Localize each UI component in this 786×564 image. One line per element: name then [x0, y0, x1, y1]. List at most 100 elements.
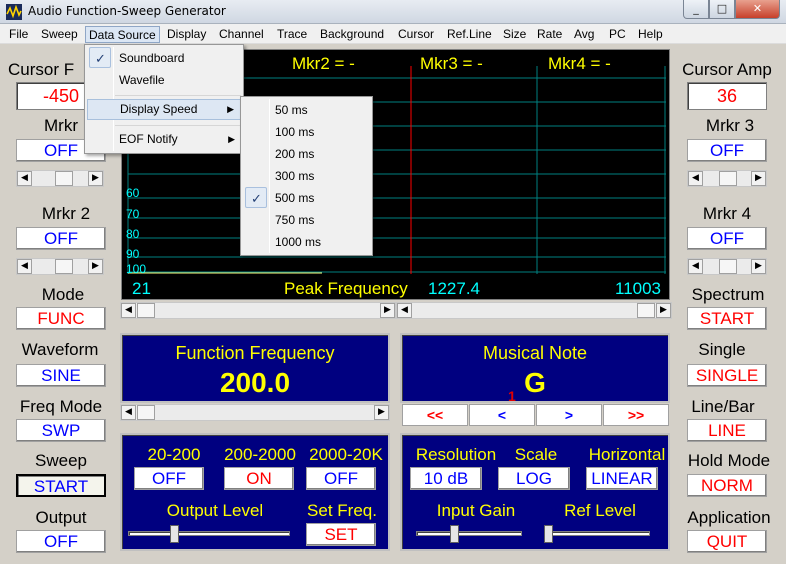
waveform-button[interactable]: SINE: [16, 364, 106, 387]
ref-level-slider[interactable]: [544, 525, 650, 543]
menu-trace[interactable]: Trace: [274, 26, 310, 43]
scroll-left-arrow-icon[interactable]: ◀: [688, 171, 703, 186]
marker2-scrollbar[interactable]: ◀ ▶: [16, 258, 104, 275]
note-prev-button[interactable]: <: [469, 404, 535, 426]
set-button[interactable]: SET: [306, 523, 376, 546]
scroll-right-arrow-icon[interactable]: ▶: [88, 259, 103, 274]
slider-knob[interactable]: [170, 525, 179, 543]
application-label: Application: [687, 508, 771, 527]
marker4-button[interactable]: OFF: [687, 227, 767, 250]
x-axis-min-label: 21: [132, 279, 151, 298]
scroll-right-arrow-icon[interactable]: ▶: [751, 259, 766, 274]
marker3-label: Mrkr 3: [705, 116, 755, 135]
menu-item-label: 500 ms: [275, 191, 315, 205]
y-axis-label: 100: [126, 262, 147, 276]
menu-file[interactable]: File: [6, 26, 31, 43]
output-level-slider[interactable]: [128, 525, 290, 543]
menu-channel[interactable]: Channel: [216, 26, 267, 43]
menu-item-speed-100[interactable]: 100 ms: [243, 122, 370, 143]
single-button[interactable]: SINGLE: [687, 364, 767, 387]
horizontal-button[interactable]: LINEAR: [586, 467, 658, 490]
range-20-200-button[interactable]: OFF: [134, 467, 204, 490]
marker4-scrollbar[interactable]: ◀ ▶: [687, 258, 767, 275]
line-bar-button[interactable]: LINE: [687, 419, 767, 442]
scroll-thumb[interactable]: [55, 259, 73, 274]
marker2-button[interactable]: OFF: [16, 227, 106, 250]
scroll-right-arrow-icon[interactable]: ▶: [374, 405, 389, 420]
menu-item-speed-750[interactable]: 750 ms: [243, 210, 370, 231]
menu-bar: File Sweep Data Source Display Channel T…: [0, 24, 786, 44]
scroll-thumb[interactable]: [137, 303, 155, 318]
close-button[interactable]: ✕: [735, 0, 780, 19]
menu-item-speed-50[interactable]: 50 ms: [243, 100, 370, 121]
graph-right-scrollbar[interactable]: ◀ ▶: [396, 302, 672, 319]
frequency-scrollbar[interactable]: ◀ ▶: [120, 404, 390, 421]
sweep-start-button[interactable]: START: [16, 474, 106, 497]
range-200-2000-button[interactable]: ON: [224, 467, 294, 490]
hold-mode-button[interactable]: NORM: [687, 474, 767, 497]
marker3-button[interactable]: OFF: [687, 139, 767, 162]
menu-size[interactable]: Size: [500, 26, 529, 43]
slider-knob[interactable]: [544, 525, 553, 543]
menu-item-display-speed[interactable]: Display Speed ▶: [87, 99, 241, 120]
scroll-right-arrow-icon[interactable]: ▶: [88, 171, 103, 186]
peak-frequency-label: Peak Frequency: [284, 279, 408, 298]
menu-rate[interactable]: Rate: [534, 26, 565, 43]
marker1-scrollbar[interactable]: ◀ ▶: [16, 170, 104, 187]
menu-item-speed-500[interactable]: ✓ 500 ms: [243, 187, 370, 209]
scroll-thumb[interactable]: [719, 171, 737, 186]
scroll-thumb[interactable]: [137, 405, 155, 420]
menu-item-wavefile[interactable]: Wavefile: [87, 70, 241, 91]
scroll-right-arrow-icon[interactable]: ▶: [656, 303, 671, 318]
resolution-button[interactable]: 10 dB: [410, 467, 482, 490]
scroll-left-arrow-icon[interactable]: ◀: [397, 303, 412, 318]
scroll-left-arrow-icon[interactable]: ◀: [121, 303, 136, 318]
y-axis-label: 90: [126, 247, 140, 261]
note-next-octave-button[interactable]: >>: [603, 404, 669, 426]
data-source-menu: ✓ Soundboard Wavefile Display Speed ▶ EO…: [84, 44, 244, 154]
slider-knob[interactable]: [450, 525, 459, 543]
spectrum-start-button[interactable]: START: [687, 307, 767, 330]
range-2000-20k-button[interactable]: OFF: [306, 467, 376, 490]
scroll-thumb[interactable]: [719, 259, 737, 274]
graph-left-scrollbar[interactable]: ◀ ▶: [120, 302, 396, 319]
freq-mode-button[interactable]: SWP: [16, 419, 106, 442]
menu-cursor[interactable]: Cursor: [395, 26, 437, 43]
input-gain-slider[interactable]: [416, 525, 522, 543]
scroll-thumb[interactable]: [637, 303, 655, 318]
menu-background[interactable]: Background: [317, 26, 387, 43]
menu-item-eof-notify[interactable]: EOF Notify ▶: [87, 129, 241, 150]
display-speed-submenu: 50 ms 100 ms 200 ms 300 ms ✓ 500 ms 750 …: [240, 96, 373, 256]
waveform-label: Waveform: [21, 340, 99, 359]
scroll-thumb[interactable]: [55, 171, 73, 186]
mode-button[interactable]: FUNC: [16, 307, 106, 330]
menu-item-soundboard[interactable]: ✓ Soundboard: [87, 47, 241, 69]
scroll-left-arrow-icon[interactable]: ◀: [17, 171, 32, 186]
menu-item-speed-300[interactable]: 300 ms: [243, 166, 370, 187]
menu-item-speed-1000[interactable]: 1000 ms: [243, 232, 370, 253]
quit-button[interactable]: QUIT: [687, 530, 767, 553]
output-button[interactable]: OFF: [16, 530, 106, 553]
menu-help[interactable]: Help: [635, 26, 666, 43]
scale-button[interactable]: LOG: [498, 467, 570, 490]
menu-data-source[interactable]: Data Source: [85, 26, 160, 43]
marker3-scrollbar[interactable]: ◀ ▶: [687, 170, 767, 187]
y-axis-label: 70: [126, 207, 140, 221]
scroll-left-arrow-icon[interactable]: ◀: [17, 259, 32, 274]
slider-track: [416, 531, 522, 536]
scroll-right-arrow-icon[interactable]: ▶: [751, 171, 766, 186]
menu-ref-line[interactable]: Ref.Line: [444, 26, 495, 43]
note-prev-octave-button[interactable]: <<: [402, 404, 468, 426]
scale-label: Scale: [514, 445, 558, 464]
scroll-left-arrow-icon[interactable]: ◀: [121, 405, 136, 420]
menu-pc[interactable]: PC: [606, 26, 629, 43]
menu-sweep[interactable]: Sweep: [38, 26, 81, 43]
scroll-right-arrow-icon[interactable]: ▶: [380, 303, 395, 318]
menu-item-speed-200[interactable]: 200 ms: [243, 144, 370, 165]
menu-avg[interactable]: Avg: [571, 26, 597, 43]
maximize-button[interactable]: □: [709, 0, 735, 19]
note-next-button[interactable]: >: [536, 404, 602, 426]
minimize-button[interactable]: _: [683, 0, 709, 19]
scroll-left-arrow-icon[interactable]: ◀: [688, 259, 703, 274]
menu-display[interactable]: Display: [164, 26, 209, 43]
